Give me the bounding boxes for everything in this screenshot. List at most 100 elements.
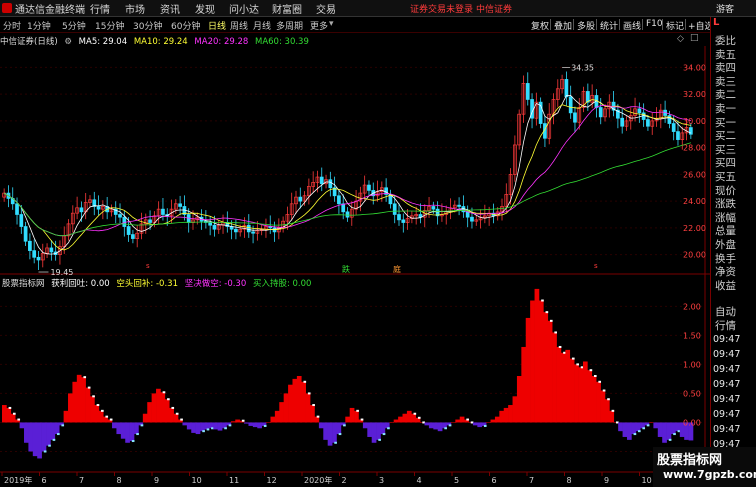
indicator-bar [486,422,491,423]
tab-5min[interactable]: 5分钟 [62,19,86,32]
date-label: 7 [79,476,84,485]
indicator-bar [41,422,47,452]
short-tick [202,430,205,433]
draw-line-button[interactable]: 画线 [623,19,641,32]
candle-body [564,79,569,98]
profit-tick [109,418,113,421]
tab-daily[interactable]: 日线 [208,19,226,32]
profit-tick [558,345,562,348]
divider [573,19,574,30]
adjust-button[interactable]: 复权 [531,19,549,32]
indicator-bar [191,422,196,433]
indicator-bar [455,419,461,423]
short-tick [338,433,342,436]
mark-button[interactable]: 标记 [666,19,684,32]
high-label: 34.35 [571,63,594,72]
indicator-bar [81,377,86,423]
menu-quotes[interactable]: 行情 [90,1,110,16]
tab-1min[interactable]: 1分钟 [27,19,51,32]
auto-label[interactable]: 自动 [715,306,736,318]
quote-label: 外盘 [715,239,736,251]
profit-tick [417,416,421,419]
candle-body [401,219,406,223]
divider [550,19,551,30]
price-tick: 30.00 [683,117,706,126]
quote-label: 卖四 [715,62,736,75]
indicator-bar [494,416,500,423]
tab-multi-period[interactable]: 多周期 [276,19,303,32]
indicator-bar [296,376,302,423]
indicator-bar [112,422,117,429]
indicator-bar [362,422,368,429]
indicator-bar [587,370,593,423]
quotes-label[interactable]: 行情 [715,320,736,332]
candle-body [122,216,127,227]
kline-chart[interactable]: 34.0032.0030.0028.0026.0024.0022.0020.00… [0,46,710,487]
indicator-bar [274,410,280,423]
indicator-bar [129,422,135,442]
short-tick [228,424,232,427]
profit-value: 获利回吐: 0.00 [51,279,110,289]
tab-60min[interactable]: 60分钟 [171,19,200,32]
profit-tick [611,409,615,412]
short-tick [483,424,487,427]
f10-button[interactable]: F10 [646,19,663,29]
overlay-button[interactable]: 叠加 [554,19,572,32]
profit-tick [545,311,549,314]
profit-tick [356,409,359,412]
price-axis: 34.00 32.00 30.00 28.00 26.00 24.00 22.00 20.00 [683,63,706,259]
indicator-bar [345,416,351,423]
candle-body [49,247,54,253]
short-tick [57,433,60,436]
indicator-bar [666,422,672,440]
more-chevron-icon[interactable]: ▾ [329,19,334,29]
profit-tick [312,404,315,407]
profit-tick [541,299,544,302]
window-restore-icon[interactable]: ◇ [677,34,684,44]
tourist-label[interactable]: 游客 [716,2,750,15]
quote-label: 买四 [715,157,736,170]
tab-30min[interactable]: 30分钟 [133,19,162,32]
indicator-bar [622,422,628,437]
candle-body [345,211,350,218]
menu-trade[interactable]: 交易 [316,1,336,16]
indicator-bar [134,422,139,435]
indicator-bar [169,407,174,423]
tab-weekly[interactable]: 周线 [230,19,248,32]
indicator-bar [270,416,276,423]
indicator-bar [367,422,373,437]
tab-timeshare[interactable]: 分时 [3,19,21,32]
multi-stock-button[interactable]: 多股 [577,19,595,32]
broker-name[interactable]: 中信证券 [476,2,512,15]
indicator-bar [354,410,359,423]
profit-tick [87,386,91,389]
indicator-bar [235,419,240,423]
profit-tick [554,331,558,334]
candle-body [15,203,19,215]
candle-body [598,107,603,118]
statistics-button[interactable]: 统计 [600,19,618,32]
candle-body [32,250,37,258]
quote-side-panel: L 委比 卖五 卖四 卖三 卖二 卖一 买一 买二 买三 买四 买五 现价 涨跌 涨幅 总量 外盘 换手 净资 收益… [710,17,756,487]
indicator-bar [349,407,355,423]
window-max-icon[interactable]: □ [690,33,699,43]
login-status[interactable]: 证券交易未登录 [410,2,473,15]
menu-discover[interactable]: 发现 [195,1,215,16]
tab-more[interactable]: 更多 [310,19,328,32]
date-label: 6 [492,476,497,485]
indicator-bar [653,422,659,429]
candle-body [470,216,474,222]
tab-15min[interactable]: 15分钟 [95,19,124,32]
menu-wealth-circle[interactable]: 财富圈 [272,1,302,16]
short-tick [343,424,346,427]
price-tick: 34.00 [683,63,706,72]
menu-market[interactable]: 市场 [125,1,145,16]
quote-label: 买二 [715,130,736,143]
divider [685,19,686,30]
menu-wenxiaoda[interactable]: 问小达 [229,1,259,16]
menu-news[interactable]: 资讯 [160,1,180,16]
tab-monthly[interactable]: 月线 [253,19,271,32]
indicator-bar [2,405,7,423]
indicator-bar [499,410,505,423]
candle-body [568,96,573,114]
